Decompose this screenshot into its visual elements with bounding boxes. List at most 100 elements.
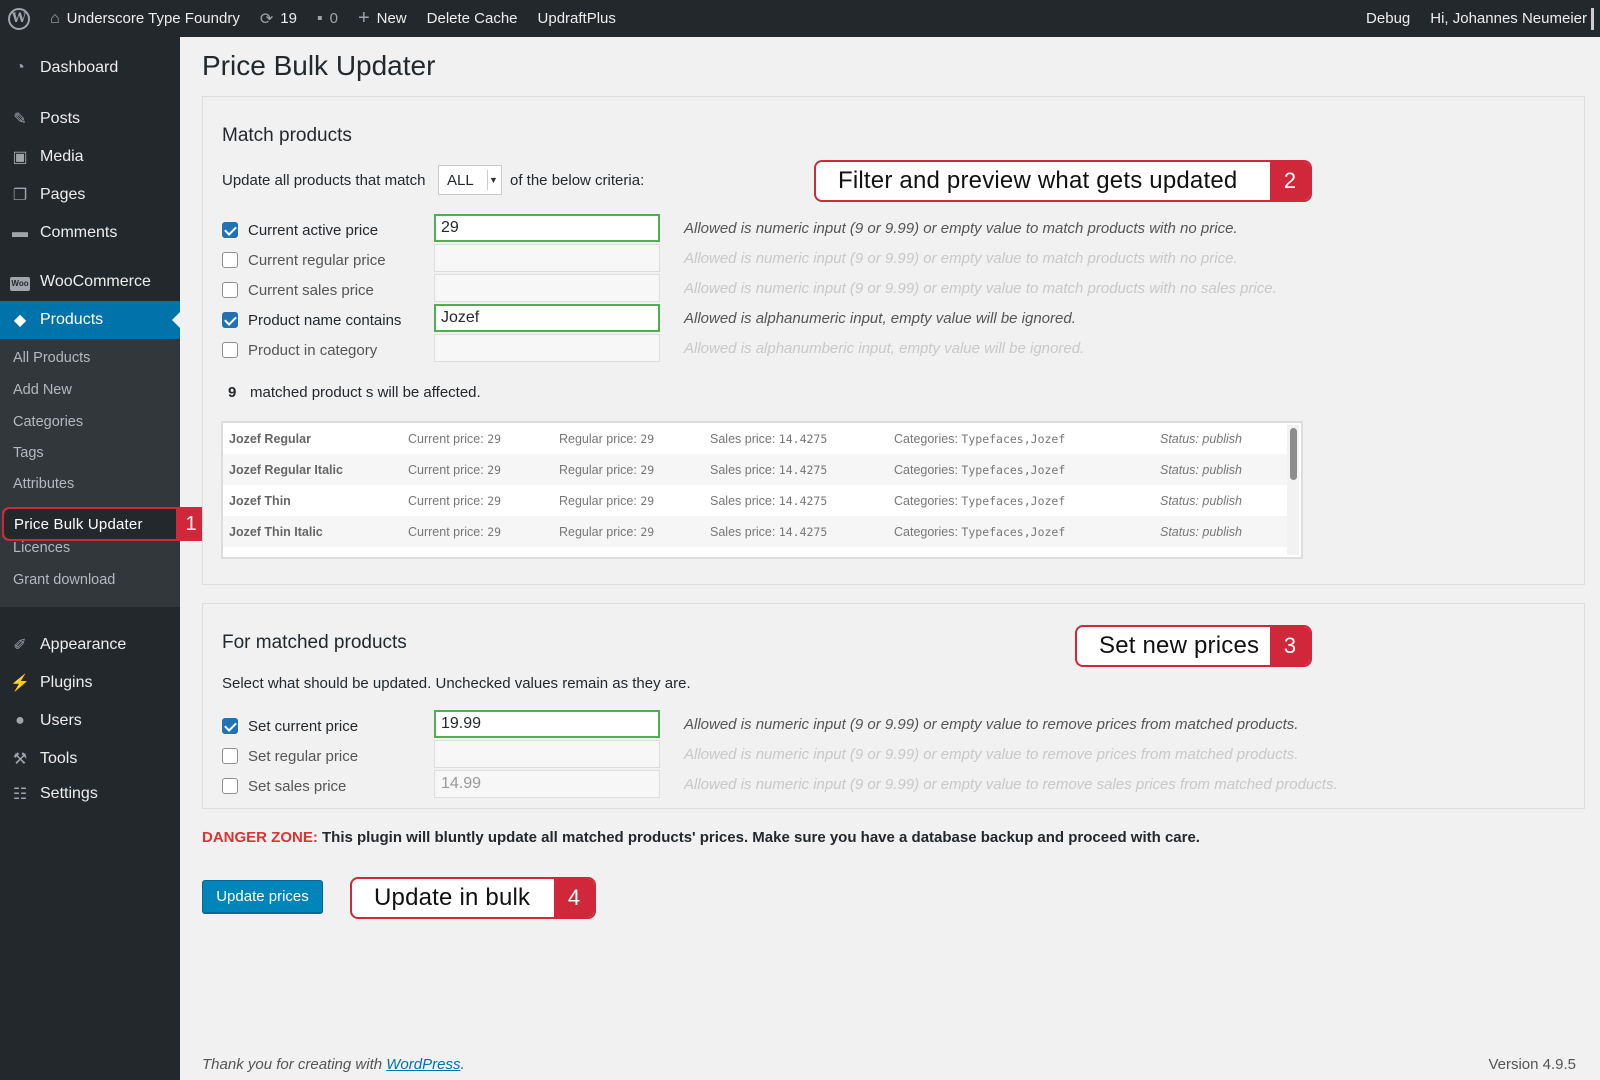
sidebar-item-label: Media [40, 148, 84, 165]
pages-icon: ❐ [12, 187, 28, 204]
criteria-category-checkbox[interactable] [222, 342, 238, 358]
delete-cache-label: Delete Cache [426, 10, 518, 27]
sales-price-cell: Sales price: 14.4275 [710, 463, 828, 477]
submenu-attributes[interactable]: Attributes [13, 476, 74, 492]
footer-version: Version 4.9.5 [1488, 1056, 1576, 1073]
admin-sidebar: ◔ Dashboard ✎ Posts ▣ Media ❐ Pages ▬ Co… [0, 37, 180, 1080]
current-price-cell: Current price: 29 [408, 432, 502, 446]
set-sales-price-label: Set sales price [248, 778, 347, 795]
criteria-name-contains-input[interactable] [434, 304, 660, 332]
submenu-tags[interactable]: Tags [13, 445, 44, 461]
pin-icon: ✎ [13, 111, 27, 128]
match-mode-select[interactable]: ALL ▼ [438, 165, 502, 195]
status-cell: Status: publish [1160, 432, 1242, 446]
regular-price-cell: Regular price: 29 [559, 525, 655, 539]
update-prices-button[interactable]: Update prices [202, 880, 323, 913]
callout-3-text: Set new prices [1099, 632, 1260, 659]
sidebar-item-comments[interactable]: ▬ Comments [0, 214, 180, 252]
categories-cell: Categories: Typefaces,Jozef [894, 463, 1066, 477]
categories-cell: Categories: Typefaces,Jozef [894, 494, 1066, 508]
site-name-link[interactable]: ⌂ Underscore Type Foundry [40, 0, 250, 37]
wp-logo-menu[interactable]: W [0, 0, 40, 37]
set-current-price-input[interactable] [434, 710, 660, 738]
submenu-all-products[interactable]: All Products [13, 350, 90, 366]
set-sales-price-input[interactable] [434, 770, 660, 798]
sidebar-item-products[interactable]: ◆ Products [0, 301, 180, 339]
sidebar-item-plugins[interactable]: ⚡ Plugins [0, 664, 180, 702]
page-title: Price Bulk Updater [202, 50, 436, 81]
regular-price-cell: Regular price: 29 [559, 494, 655, 508]
criteria-active-price-checkbox[interactable] [222, 222, 238, 238]
matched-products-table[interactable]: Jozef Regular Current price: 29 Regular … [221, 421, 1303, 559]
sidebar-item-dashboard[interactable]: ◔ Dashboard [0, 49, 180, 87]
sidebar-item-appearance[interactable]: ✐ Appearance [0, 626, 180, 664]
woocommerce-icon: Woo [10, 273, 30, 291]
callout-4-number: 4 [554, 879, 594, 917]
table-row: Jozef Regular Italic Current price: 29 R… [223, 454, 1287, 485]
criteria-sales-price-label: Current sales price [248, 282, 374, 299]
set-regular-price-label: Set regular price [248, 748, 359, 765]
criteria-active-price-input[interactable] [434, 214, 660, 242]
submenu-licences[interactable]: Licences [13, 540, 70, 556]
criteria-sales-price-checkbox[interactable] [222, 282, 238, 298]
greeting: Hi, Johannes Neumeier [1430, 10, 1587, 27]
debug-link[interactable]: Debug [1356, 0, 1420, 37]
criteria-regular-price-help: Allowed is numeric input (9 or 9.99) or … [684, 250, 1238, 267]
match-intro-after: of the below criteria: [510, 172, 645, 189]
criteria-sales-price-input[interactable] [434, 274, 660, 302]
callout-2-text: Filter and preview what gets updated [838, 167, 1238, 194]
set-sales-price-help: Allowed is numeric input (9 or 9.99) or … [684, 776, 1338, 793]
sidebar-item-posts[interactable]: ✎ Posts [0, 100, 180, 138]
footer-thanks: Thank you for creating with WordPress. [202, 1056, 465, 1073]
sidebar-item-settings[interactable]: ☷ Settings [0, 775, 180, 813]
categories-cell: Categories: Typefaces,Jozef [894, 525, 1066, 539]
product-name: Jozef Regular [229, 432, 311, 446]
sidebar-item-label: Posts [40, 110, 81, 127]
wordpress-link[interactable]: WordPress [386, 1056, 460, 1073]
delete-cache-link[interactable]: Delete Cache [417, 0, 528, 37]
matched-text: matched product s will be affected. [250, 384, 481, 401]
criteria-category-input[interactable] [434, 334, 660, 362]
submenu-add-new[interactable]: Add New [13, 382, 72, 398]
comments-link[interactable]: ▪ 0 [307, 0, 348, 37]
debug-label: Debug [1366, 10, 1411, 27]
criteria-category-label: Product in category [248, 342, 378, 359]
submenu-grant-download[interactable]: Grant download [13, 572, 115, 588]
categories-cell: Categories: Typefaces,Jozef [894, 432, 1066, 446]
set-sales-price-checkbox[interactable] [222, 778, 238, 794]
criteria-name-contains-label: Product name contains [248, 312, 402, 329]
updraftplus-link[interactable]: UpdraftPlus [528, 0, 626, 37]
sidebar-item-users[interactable]: ● Users [0, 702, 180, 740]
site-name: Underscore Type Foundry [66, 10, 240, 27]
new-content-link[interactable]: + New [348, 0, 417, 37]
status-cell: Status: publish [1160, 494, 1242, 508]
submenu-categories[interactable]: Categories [13, 414, 83, 430]
sidebar-item-pages[interactable]: ❐ Pages [0, 176, 180, 214]
current-price-cell: Current price: 29 [408, 494, 502, 508]
product-name: Jozef Thin [229, 494, 291, 508]
callout-2: Filter and preview what gets updated 2 [814, 160, 1312, 202]
sidebar-item-label: Pages [40, 186, 86, 203]
set-regular-price-input[interactable] [434, 740, 660, 768]
match-mode-value: ALL [447, 172, 474, 189]
set-current-price-checkbox[interactable] [222, 718, 238, 734]
criteria-regular-price-checkbox[interactable] [222, 252, 238, 268]
my-account-link[interactable]: Hi, Johannes Neumeier [1420, 0, 1600, 37]
scrollbar-thumb[interactable] [1290, 428, 1297, 480]
sidebar-item-woocommerce[interactable]: Woo WooCommerce [0, 263, 180, 301]
set-regular-price-checkbox[interactable] [222, 748, 238, 764]
danger-zone-text: This plugin will bluntly update all matc… [322, 829, 1200, 846]
criteria-name-contains-help: Allowed is alphanumeric input, empty val… [684, 310, 1076, 327]
callout-1: Price Bulk Updater 1 [2, 507, 208, 541]
table-scrollbar[interactable] [1287, 425, 1299, 555]
sidebar-item-media[interactable]: ▣ Media [0, 138, 180, 176]
criteria-regular-price-input[interactable] [434, 244, 660, 272]
sidebar-item-label: Tools [40, 750, 78, 767]
updates-link[interactable]: ⟳ 19 [250, 0, 307, 37]
set-current-price-label: Set current price [248, 718, 359, 735]
sidebar-item-label: Appearance [40, 636, 127, 653]
sidebar-item-label: Users [40, 712, 82, 729]
wrench-icon: ⚒ [12, 751, 28, 768]
criteria-name-contains-checkbox[interactable] [222, 312, 238, 328]
sidebar-item-tools[interactable]: ⚒ Tools [0, 740, 180, 778]
